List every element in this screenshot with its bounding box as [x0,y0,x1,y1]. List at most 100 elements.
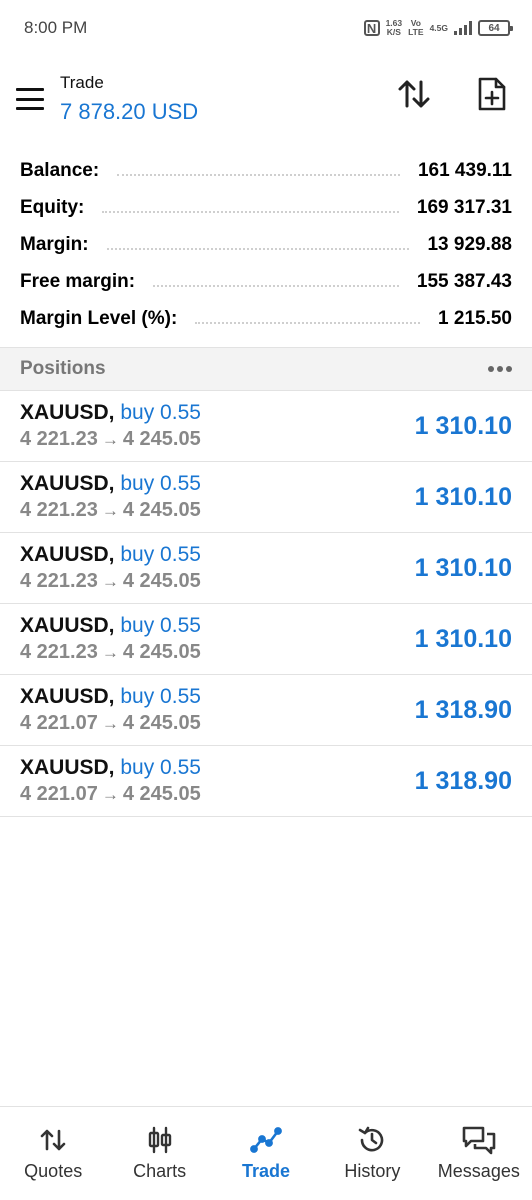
arrow-right-icon: → [101,785,119,804]
nav-quotes[interactable]: Quotes [0,1107,106,1200]
summary-label: Margin Level (%): [20,307,178,329]
position-info: XAUUSD, buy 0.55 4 221.23 → 4 245.05 [20,401,201,451]
summary-value: 13 929.88 [427,233,512,255]
arrow-right-icon: → [101,430,119,449]
summary-row-equity: Equity: 169 317.31 [20,189,512,226]
current-price: 4 245.05 [122,570,201,592]
position-prices: 4 221.23 → 4 245.05 [20,641,201,664]
quotes-arrows-icon [39,1125,67,1155]
position-row[interactable]: XAUUSD, buy 0.55 4 221.07 → 4 245.05 1 318… [0,675,532,746]
position-row[interactable]: XAUUSD, buy 0.55 4 221.23 → 4 245.05 1 310… [0,533,532,604]
bottom-nav: Quotes Charts Trade History Messages [0,1106,532,1200]
sort-button[interactable] [394,74,434,114]
position-info: XAUUSD, buy 0.55 4 221.07 → 4 245.05 [20,685,201,735]
summary-label: Free margin: [20,270,136,292]
history-clock-icon [357,1125,387,1155]
status-bar: 8:00 PM N 1.63 K/S Vo LTE 4.5G 64 [0,0,532,56]
account-profit: 7 878.20 USD [60,99,199,124]
open-price: 4 221.23 [20,428,98,450]
position-info: XAUUSD, buy 0.55 4 221.07 → 4 245.05 [20,756,201,806]
open-price: 4 221.07 [20,712,98,734]
network-speed: 1.63 K/S [386,19,403,37]
position-title: XAUUSD, buy 0.55 [20,756,201,780]
position-side: buy 0.55 [120,401,201,424]
title-block: Trade 7 878.20 USD [60,73,198,125]
open-price: 4 221.07 [20,783,98,805]
position-title: XAUUSD, buy 0.55 [20,685,201,709]
dotted-leader [106,247,410,250]
menu-icon-bar [16,97,44,101]
position-symbol: XAUUSD, [20,756,115,779]
arrow-right-icon: → [101,501,119,520]
nav-label: History [344,1161,401,1181]
header-actions [394,74,512,114]
nfc-icon: N [363,20,380,36]
signal-icon [454,21,472,35]
positions-header: Positions [0,347,532,391]
summary-row-balance: Balance: 161 439.11 [20,152,512,189]
position-row[interactable]: XAUUSD, buy 0.55 4 221.23 → 4 245.05 1 310… [0,391,532,462]
position-symbol: XAUUSD, [20,685,115,708]
current-price: 4 245.05 [122,499,201,521]
dotted-leader [117,173,400,176]
candlestick-icon [146,1125,174,1155]
position-title: XAUUSD, buy 0.55 [20,614,201,638]
nav-label: Quotes [24,1161,83,1181]
nav-messages[interactable]: Messages [426,1107,532,1200]
position-info: XAUUSD, buy 0.55 4 221.23 → 4 245.05 [20,543,201,593]
position-profit: 1 310.10 [414,553,512,582]
position-profit: 1 310.10 [414,482,512,511]
position-prices: 4 221.23 → 4 245.05 [20,570,201,593]
volte-indicator: Vo LTE [408,19,423,37]
new-order-button[interactable] [472,74,512,114]
position-symbol: XAUUSD, [20,543,115,566]
summary-label: Balance: [20,159,100,181]
dotted-leader [102,210,399,213]
sort-arrows-icon [398,80,430,108]
summary-row-margin: Margin: 13 929.88 [20,226,512,263]
position-profit: 1 318.90 [414,695,512,724]
menu-button[interactable] [16,88,44,110]
position-row[interactable]: XAUUSD, buy 0.55 4 221.23 → 4 245.05 1 310… [0,462,532,533]
summary-label: Margin: [20,233,89,255]
open-price: 4 221.23 [20,641,98,663]
position-side: buy 0.55 [120,685,201,708]
current-price: 4 245.05 [122,712,201,734]
position-symbol: XAUUSD, [20,472,115,495]
position-prices: 4 221.07 → 4 245.05 [20,712,201,735]
position-profit: 1 318.90 [414,766,512,795]
arrow-right-icon: → [101,572,119,591]
position-side: buy 0.55 [120,472,201,495]
menu-icon-bar [16,107,44,110]
open-price: 4 221.23 [20,499,98,521]
dotted-leader [153,284,399,287]
nav-label: Trade [242,1161,291,1181]
nav-charts[interactable]: Charts [106,1107,212,1200]
nav-history[interactable]: History [319,1107,425,1200]
position-profit: 1 310.10 [414,411,512,440]
position-info: XAUUSD, buy 0.55 4 221.23 → 4 245.05 [20,472,201,522]
network-type-label: 4.5G [429,22,448,33]
battery-icon: 64 [478,20,513,36]
positions-title: Positions [20,358,106,379]
nav-trade[interactable]: Trade [213,1107,319,1200]
position-title: XAUUSD, buy 0.55 [20,472,201,496]
nav-label: Charts [133,1161,187,1181]
volte-bottom: LTE [408,27,424,37]
current-price: 4 245.05 [122,641,201,663]
more-options-icon[interactable] [488,366,512,372]
new-order-icon [478,77,506,111]
position-row[interactable]: XAUUSD, buy 0.55 4 221.23 → 4 245.05 1 310… [0,604,532,675]
arrow-right-icon: → [101,714,119,733]
dotted-leader [195,321,421,324]
status-icons: N 1.63 K/S Vo LTE 4.5G 64 [363,19,513,37]
position-symbol: XAUUSD, [20,614,115,637]
summary-value: 161 439.11 [417,159,512,181]
summary-value: 1 215.50 [438,307,512,329]
position-side: buy 0.55 [120,614,201,637]
network-speed-unit: K/S [386,27,401,37]
current-price: 4 245.05 [122,428,201,450]
position-prices: 4 221.23 → 4 245.05 [20,428,201,451]
position-row[interactable]: XAUUSD, buy 0.55 4 221.07 → 4 245.05 1 318… [0,746,532,817]
summary-label: Equity: [20,196,85,218]
